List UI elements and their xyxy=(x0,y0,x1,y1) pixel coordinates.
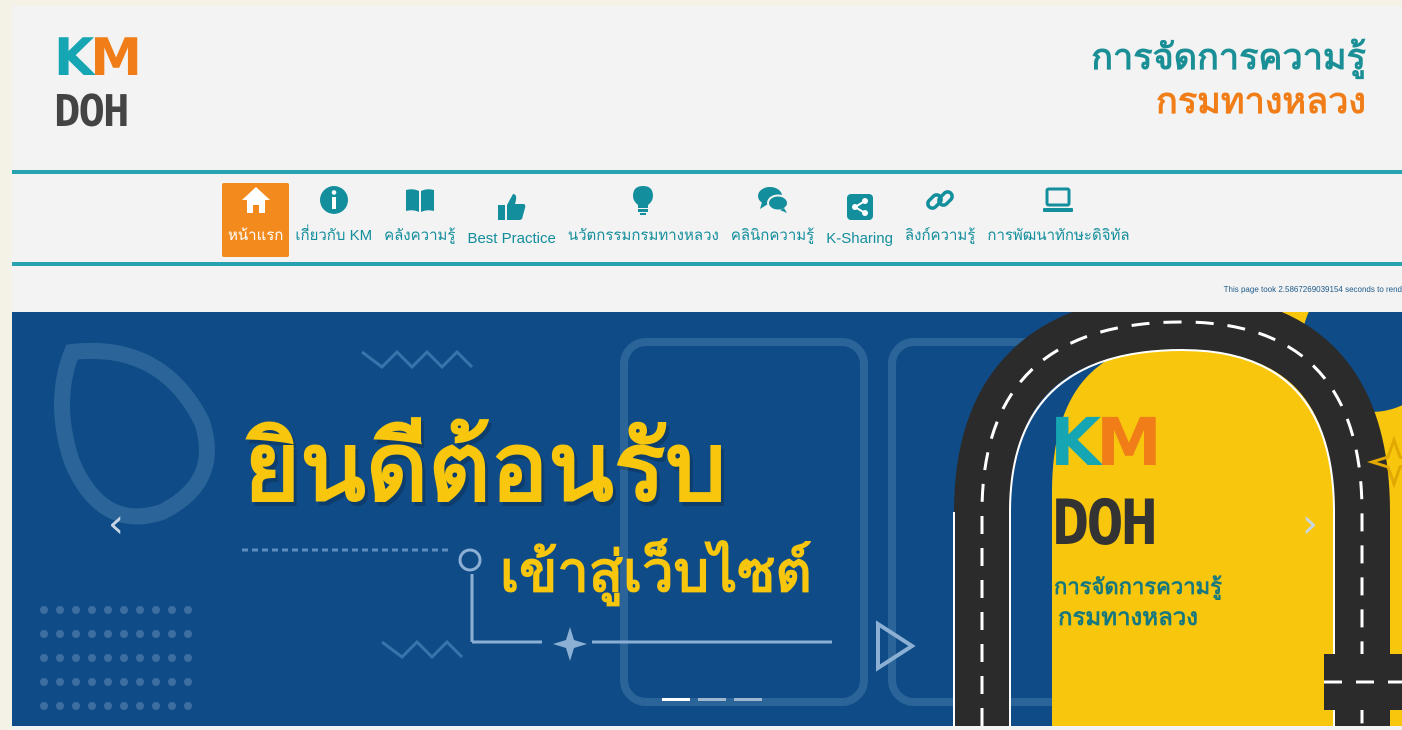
carousel-indicator-3[interactable] xyxy=(734,698,762,701)
site-header: KM DOH การจัดการความรู้ กรมทางหลวง xyxy=(12,6,1402,172)
laptop-icon xyxy=(1043,187,1074,212)
badge-title-line1: การจัดการความรู้ xyxy=(1054,575,1222,600)
nav-label: หน้าแรก xyxy=(228,227,284,244)
nav-item-about-km[interactable]: เกี่ยวกับ KM xyxy=(289,183,378,257)
site-title-line2: กรมทางหลวง xyxy=(1156,81,1366,122)
nav-item-k-sharing[interactable]: K-Sharing xyxy=(820,183,899,257)
book-icon xyxy=(405,189,434,212)
link-icon xyxy=(926,190,955,210)
info-icon xyxy=(319,186,348,214)
nav-label: Best Practice xyxy=(467,230,556,247)
km-doh-logo[interactable]: KM DOH xyxy=(54,30,174,142)
badge-doh: DOH xyxy=(1052,486,1158,559)
logo-km: KM xyxy=(54,28,142,88)
main-nav: หน้าแรก เกี่ยวกับ KM คลังความรู้ Best Pr… xyxy=(222,181,1136,257)
carousel-indicator-2[interactable] xyxy=(698,698,726,701)
nav-label: การพัฒนาทักษะดิจิทัล xyxy=(987,227,1130,244)
lightbulb-icon xyxy=(633,186,654,215)
home-icon xyxy=(241,187,270,213)
hero-subline: เข้าสู่เว็บไซต์ xyxy=(500,540,812,605)
nav-label: เกี่ยวกับ KM xyxy=(295,227,373,244)
hero-carousel[interactable]: KM DOH การจัดการความรู้ กรมทางหลวง ยินดี… xyxy=(12,312,1402,726)
nav-label: K-Sharing xyxy=(826,230,893,247)
nav-label: นวัตกรรมกรมทางหลวง xyxy=(567,227,719,244)
nav-item-best-practice[interactable]: Best Practice xyxy=(461,183,561,257)
badge-title-line2: กรมทางหลวง xyxy=(1058,603,1198,631)
nav-top-divider xyxy=(12,170,1402,174)
carousel-indicator-1[interactable] xyxy=(662,698,690,701)
nav-item-knowledge-library[interactable]: คลังความรู้ xyxy=(378,183,461,257)
nav-item-innovation[interactable]: นวัตกรรมกรมทางหลวง xyxy=(562,183,725,257)
thumbs-up-icon xyxy=(497,194,525,220)
nav-item-home[interactable]: หน้าแรก xyxy=(222,183,290,257)
carousel-prev-button[interactable]: ‹ xyxy=(96,498,136,550)
carousel-next-button[interactable]: › xyxy=(1290,498,1330,550)
nav-label: ลิงก์ความรู้ xyxy=(904,227,976,244)
render-time-note: This page took 2.586726903915​4 seconds … xyxy=(1223,285,1402,294)
carousel-indicators xyxy=(662,698,762,701)
nav-bottom-divider xyxy=(12,262,1402,266)
logo-doh: DOH xyxy=(54,86,129,137)
share-icon xyxy=(846,194,873,220)
nav-label: คลินิกความรู้ xyxy=(730,227,815,244)
km-doh-badge: KM DOH การจัดการความรู้ กรมทางหลวง xyxy=(942,312,1402,726)
site-title: การจัดการความรู้ กรมทางหลวง xyxy=(1091,36,1366,124)
nav-item-knowledge-links[interactable]: ลิงก์ความรู้ xyxy=(899,183,981,257)
badge-km: KM xyxy=(1050,404,1162,481)
chat-icon xyxy=(757,187,789,213)
road-badge-graphic xyxy=(953,312,1402,726)
nav-label: คลังความรู้ xyxy=(384,227,456,244)
nav-item-digital-skills[interactable]: การพัฒนาทักษะดิจิทัล xyxy=(981,183,1135,257)
hero-headline: ยินดีต้อนรับ xyxy=(244,411,727,523)
nav-item-knowledge-clinic[interactable]: คลินิกความรู้ xyxy=(725,183,820,257)
site-title-line1: การจัดการความรู้ xyxy=(1091,37,1366,78)
page: KM DOH การจัดการความรู้ กรมทางหลวง หน้าแ… xyxy=(12,6,1402,730)
